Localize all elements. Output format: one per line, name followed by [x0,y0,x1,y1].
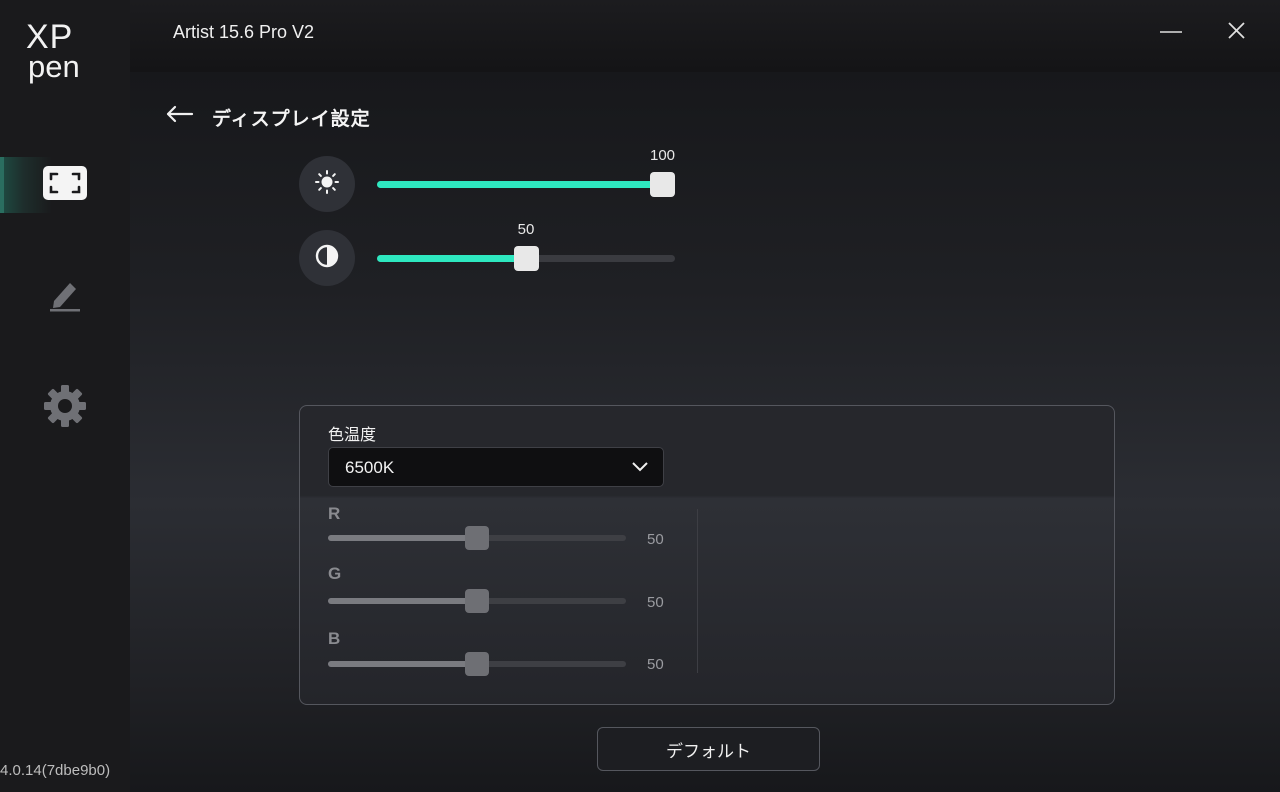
sidebar-item-settings[interactable] [0,380,130,436]
color-temperature-label: 色温度 [328,427,377,444]
channel-value-g: 50 [647,594,664,611]
color-temperature-panel: 色温度 6500K R 50 G 50 B 50 [299,405,1115,705]
minimize-button[interactable] [1150,16,1190,48]
channel-label-g: G [328,564,342,583]
brightness-icon [314,169,340,200]
contrast-value: 50 [517,221,535,238]
channel-slider-thumb[interactable] [465,589,489,613]
brightness-slider-thumb[interactable] [650,172,675,197]
color-temperature-select[interactable]: 6500K [328,447,664,487]
logo-text-pen: pen [28,49,80,84]
channel-slider-fill [328,598,477,604]
channel-slider-g[interactable] [328,589,626,613]
default-button[interactable]: デフォルト [597,727,820,771]
version-label: 4.0.14(7dbe9b0) [0,762,111,779]
channel-value-r: 50 [647,531,664,548]
back-arrow-icon [164,105,198,132]
close-button[interactable] [1217,16,1257,48]
brightness-slider-fill [377,181,663,188]
brightness-icon-badge [299,156,355,212]
page-title: ディスプレイ設定 [212,109,371,130]
brightness-slider[interactable] [377,172,675,197]
channel-slider-b[interactable] [328,652,626,676]
title-bar: Artist 15.6 Pro V2 [130,0,1280,72]
display-icon [42,165,88,206]
channel-slider-fill [328,661,477,667]
channel-slider-r[interactable] [328,526,626,550]
sidebar-item-display[interactable] [0,157,130,213]
channel-label-r: R [328,504,341,523]
back-button[interactable] [164,100,198,128]
sidebar-item-pen[interactable] [0,268,130,324]
minimize-icon [1150,31,1190,52]
pen-icon [48,276,82,317]
main-panel: ディスプレイ設定 100 50 色温度 6500K R 50 G 50 B 50… [130,72,1280,792]
channel-slider-thumb[interactable] [465,652,489,676]
panel-divider [697,509,698,673]
contrast-slider-thumb[interactable] [513,246,539,271]
color-temperature-selected: 6500K [345,458,395,477]
channel-value-b: 50 [647,656,664,673]
channel-slider-thumb[interactable] [465,526,489,550]
contrast-icon-badge [299,230,355,286]
xppen-logo: XP pen [26,20,96,84]
contrast-icon [314,243,340,274]
contrast-slider[interactable] [377,246,675,271]
gear-icon [42,383,88,434]
channel-slider-fill [328,535,477,541]
sidebar: XP pen 4.0.14(7dbe9b0) [0,0,130,792]
device-title: Artist 15.6 Pro V2 [173,22,315,42]
chevron-down-icon [631,460,649,479]
brightness-value: 100 [649,147,676,164]
close-icon [1217,22,1257,52]
contrast-slider-fill [377,255,526,262]
channel-label-b: B [328,629,341,648]
